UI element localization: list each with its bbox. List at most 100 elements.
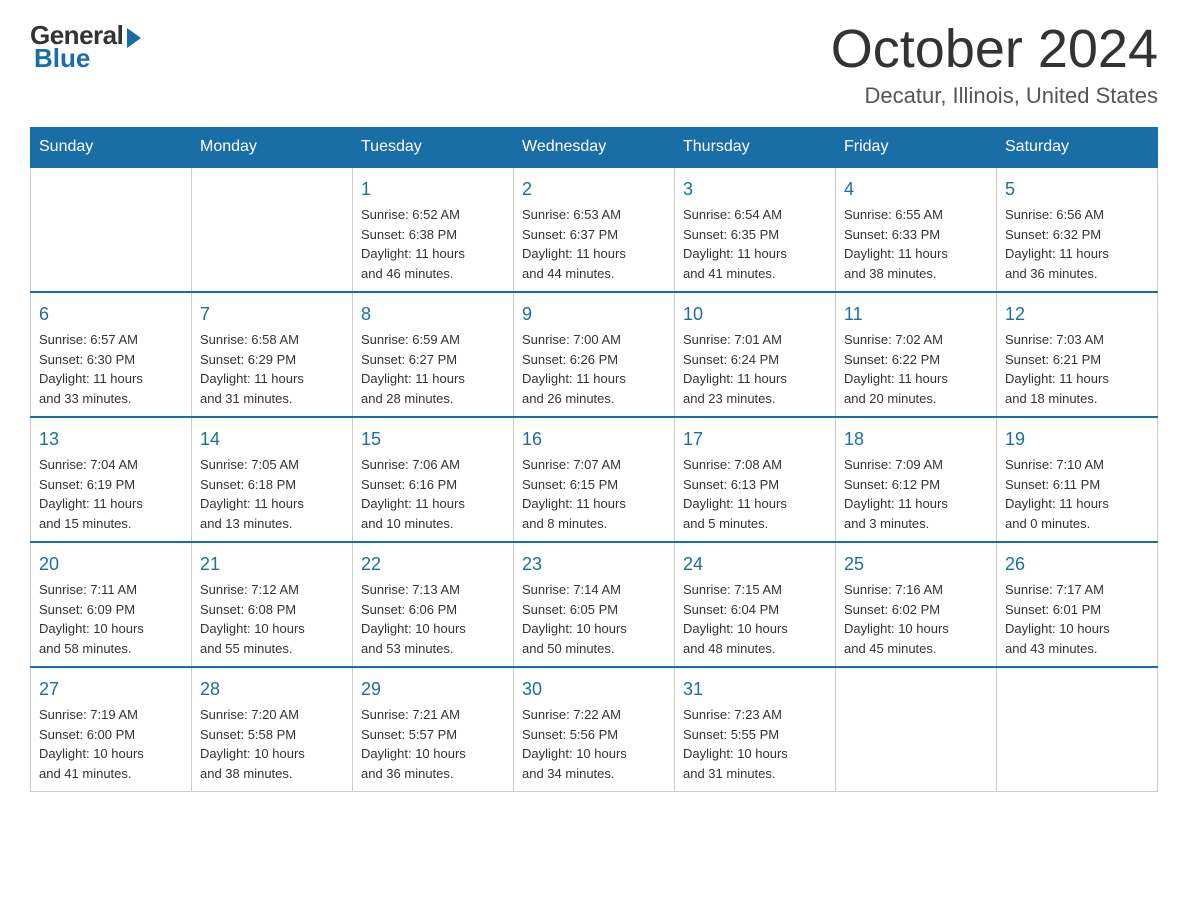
day-info-text: Daylight: 11 hours xyxy=(361,244,505,264)
day-number: 30 xyxy=(522,676,666,703)
calendar-title: October 2024 xyxy=(831,20,1158,79)
calendar-day-cell: 8Sunrise: 6:59 AMSunset: 6:27 PMDaylight… xyxy=(353,292,514,417)
calendar-day-cell: 2Sunrise: 6:53 AMSunset: 6:37 PMDaylight… xyxy=(514,167,675,292)
day-info-text: and 34 minutes. xyxy=(522,764,666,784)
calendar-day-cell: 14Sunrise: 7:05 AMSunset: 6:18 PMDayligh… xyxy=(192,417,353,542)
day-info-text: Sunset: 6:15 PM xyxy=(522,475,666,495)
title-block: October 2024 Decatur, Illinois, United S… xyxy=(831,20,1158,109)
calendar-day-cell: 30Sunrise: 7:22 AMSunset: 5:56 PMDayligh… xyxy=(514,667,675,792)
day-info-text: Sunrise: 6:58 AM xyxy=(200,330,344,350)
day-number: 20 xyxy=(39,551,183,578)
day-info-text: Sunset: 5:57 PM xyxy=(361,725,505,745)
day-info-text: Daylight: 10 hours xyxy=(39,619,183,639)
day-info-text: Sunset: 6:04 PM xyxy=(683,600,827,620)
day-info-text: Sunrise: 7:11 AM xyxy=(39,580,183,600)
day-info-text: and 36 minutes. xyxy=(361,764,505,784)
day-info-text: and 0 minutes. xyxy=(1005,514,1149,534)
day-info-text: Daylight: 10 hours xyxy=(361,744,505,764)
weekday-header-monday: Monday xyxy=(192,128,353,168)
calendar-day-cell: 16Sunrise: 7:07 AMSunset: 6:15 PMDayligh… xyxy=(514,417,675,542)
day-info-text: Sunrise: 6:54 AM xyxy=(683,205,827,225)
weekday-header-friday: Friday xyxy=(836,128,997,168)
day-info-text: Sunset: 6:13 PM xyxy=(683,475,827,495)
day-number: 26 xyxy=(1005,551,1149,578)
day-info-text: Sunrise: 7:04 AM xyxy=(39,455,183,475)
day-info-text: and 48 minutes. xyxy=(683,639,827,659)
day-info-text: Daylight: 11 hours xyxy=(522,244,666,264)
day-number: 8 xyxy=(361,301,505,328)
day-info-text: Sunset: 6:37 PM xyxy=(522,225,666,245)
day-info-text: Sunset: 6:38 PM xyxy=(361,225,505,245)
day-info-text: Daylight: 11 hours xyxy=(844,369,988,389)
calendar-day-cell: 28Sunrise: 7:20 AMSunset: 5:58 PMDayligh… xyxy=(192,667,353,792)
day-info-text: Sunrise: 6:55 AM xyxy=(844,205,988,225)
day-info-text: Daylight: 11 hours xyxy=(683,494,827,514)
day-info-text: Daylight: 11 hours xyxy=(683,244,827,264)
day-info-text: Sunrise: 6:59 AM xyxy=(361,330,505,350)
weekday-header-tuesday: Tuesday xyxy=(353,128,514,168)
day-info-text: and 28 minutes. xyxy=(361,389,505,409)
logo: General Blue xyxy=(30,20,141,74)
calendar-day-cell: 5Sunrise: 6:56 AMSunset: 6:32 PMDaylight… xyxy=(997,167,1158,292)
day-info-text: Sunset: 6:32 PM xyxy=(1005,225,1149,245)
day-info-text: and 41 minutes. xyxy=(683,264,827,284)
day-number: 21 xyxy=(200,551,344,578)
day-info-text: Daylight: 10 hours xyxy=(361,619,505,639)
day-info-text: Sunset: 5:58 PM xyxy=(200,725,344,745)
day-info-text: Sunset: 6:05 PM xyxy=(522,600,666,620)
calendar-day-cell: 6Sunrise: 6:57 AMSunset: 6:30 PMDaylight… xyxy=(31,292,192,417)
day-info-text: Sunset: 6:01 PM xyxy=(1005,600,1149,620)
page-header: General Blue October 2024 Decatur, Illin… xyxy=(30,20,1158,109)
day-info-text: Daylight: 11 hours xyxy=(361,369,505,389)
day-info-text: Daylight: 11 hours xyxy=(361,494,505,514)
day-number: 10 xyxy=(683,301,827,328)
day-info-text: and 33 minutes. xyxy=(39,389,183,409)
day-info-text: Daylight: 11 hours xyxy=(844,494,988,514)
calendar-day-cell: 29Sunrise: 7:21 AMSunset: 5:57 PMDayligh… xyxy=(353,667,514,792)
day-info-text: Sunrise: 7:07 AM xyxy=(522,455,666,475)
day-info-text: Daylight: 10 hours xyxy=(200,619,344,639)
calendar-subtitle: Decatur, Illinois, United States xyxy=(831,83,1158,109)
day-info-text: Sunrise: 6:52 AM xyxy=(361,205,505,225)
day-info-text: Sunset: 6:16 PM xyxy=(361,475,505,495)
day-info-text: Sunset: 6:26 PM xyxy=(522,350,666,370)
calendar-week-3: 13Sunrise: 7:04 AMSunset: 6:19 PMDayligh… xyxy=(31,417,1158,542)
day-info-text: Daylight: 10 hours xyxy=(683,744,827,764)
day-number: 12 xyxy=(1005,301,1149,328)
calendar-day-cell: 21Sunrise: 7:12 AMSunset: 6:08 PMDayligh… xyxy=(192,542,353,667)
day-info-text: Sunset: 6:12 PM xyxy=(844,475,988,495)
day-info-text: Sunrise: 7:22 AM xyxy=(522,705,666,725)
calendar-day-cell: 25Sunrise: 7:16 AMSunset: 6:02 PMDayligh… xyxy=(836,542,997,667)
day-info-text: Sunrise: 7:19 AM xyxy=(39,705,183,725)
day-info-text: Sunrise: 7:02 AM xyxy=(844,330,988,350)
calendar-body: 1Sunrise: 6:52 AMSunset: 6:38 PMDaylight… xyxy=(31,167,1158,792)
day-number: 22 xyxy=(361,551,505,578)
calendar-day-cell: 26Sunrise: 7:17 AMSunset: 6:01 PMDayligh… xyxy=(997,542,1158,667)
calendar-day-cell: 23Sunrise: 7:14 AMSunset: 6:05 PMDayligh… xyxy=(514,542,675,667)
day-info-text: Sunrise: 7:13 AM xyxy=(361,580,505,600)
day-number: 14 xyxy=(200,426,344,453)
calendar-day-cell xyxy=(997,667,1158,792)
day-number: 11 xyxy=(844,301,988,328)
day-info-text: and 13 minutes. xyxy=(200,514,344,534)
day-info-text: Sunset: 5:56 PM xyxy=(522,725,666,745)
day-info-text: and 43 minutes. xyxy=(1005,639,1149,659)
day-info-text: Sunrise: 7:08 AM xyxy=(683,455,827,475)
day-info-text: Daylight: 11 hours xyxy=(844,244,988,264)
day-info-text: Sunset: 6:30 PM xyxy=(39,350,183,370)
day-info-text: Daylight: 11 hours xyxy=(39,494,183,514)
day-info-text: Sunrise: 6:57 AM xyxy=(39,330,183,350)
day-number: 15 xyxy=(361,426,505,453)
day-info-text: and 8 minutes. xyxy=(522,514,666,534)
day-number: 25 xyxy=(844,551,988,578)
day-info-text: Daylight: 11 hours xyxy=(1005,244,1149,264)
day-info-text: Sunset: 6:02 PM xyxy=(844,600,988,620)
day-info-text: Daylight: 11 hours xyxy=(1005,369,1149,389)
day-info-text: Daylight: 11 hours xyxy=(200,369,344,389)
day-info-text: Sunrise: 7:00 AM xyxy=(522,330,666,350)
day-info-text: Sunset: 6:33 PM xyxy=(844,225,988,245)
day-info-text: and 53 minutes. xyxy=(361,639,505,659)
calendar-day-cell: 3Sunrise: 6:54 AMSunset: 6:35 PMDaylight… xyxy=(675,167,836,292)
day-info-text: Daylight: 10 hours xyxy=(522,619,666,639)
weekday-header-thursday: Thursday xyxy=(675,128,836,168)
